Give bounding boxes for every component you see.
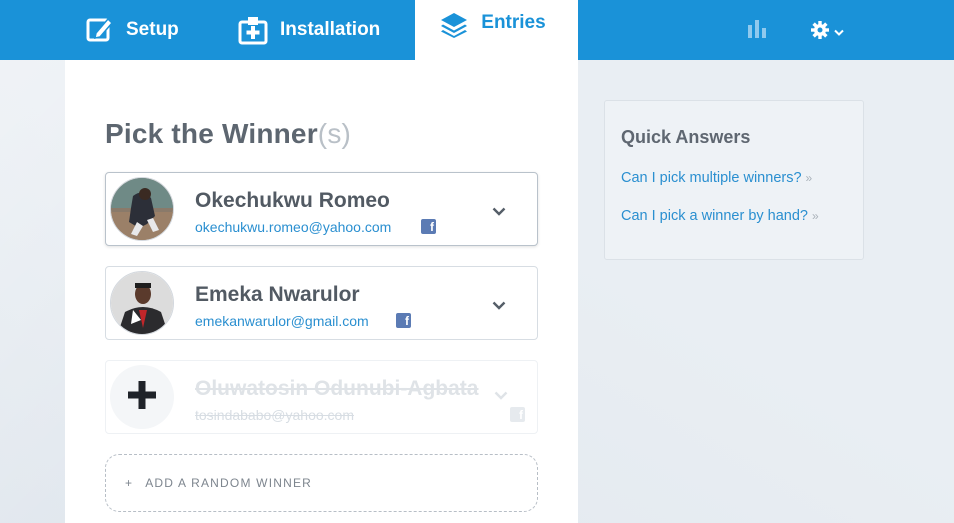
tab-entries-label: Entries: [481, 12, 546, 33]
edit-icon: [86, 16, 114, 44]
stats-button[interactable]: [747, 19, 767, 44]
winner-name: Oluwatosin Odunubi-Agbata: [195, 377, 479, 400]
facebook-icon: f: [396, 313, 411, 328]
winner-email: okechukwu.romeo@yahoo.com: [195, 219, 392, 235]
gear-icon: [810, 20, 830, 45]
facebook-icon: f: [421, 219, 436, 234]
chevron-down-icon[interactable]: [492, 297, 506, 315]
page-title: Pick the Winner(s): [105, 118, 351, 150]
tab-installation[interactable]: Installation: [238, 0, 380, 60]
top-nav: Setup Installation Entries: [0, 0, 954, 60]
chevron-down-icon[interactable]: [494, 387, 508, 405]
add-random-winner-label: ADD A RANDOM WINNER: [145, 476, 313, 490]
plus-icon[interactable]: [127, 380, 157, 415]
chevron-right-icon: »: [805, 171, 813, 185]
winner-card[interactable]: Okechukwu Romeo okechukwu.romeo@yahoo.co…: [105, 172, 538, 246]
removed-winner-card[interactable]: Oluwatosin Odunubi-Agbata tosindababo@ya…: [105, 360, 538, 434]
quick-answer-link-text: Can I pick a winner by hand?: [621, 208, 808, 224]
winner-name: Emeka Nwarulor: [195, 283, 360, 306]
chevron-right-icon: »: [812, 209, 819, 223]
tab-installation-label: Installation: [280, 19, 381, 40]
layers-icon: [439, 12, 469, 38]
winner-email: tosindababo@yahoo.com: [195, 407, 354, 423]
plus-icon: +: [125, 476, 134, 490]
chevron-down-icon[interactable]: [492, 203, 506, 221]
avatar: [110, 271, 174, 335]
quick-answer-link[interactable]: Can I pick a winner by hand? »: [621, 208, 819, 224]
quick-answer-link[interactable]: Can I pick multiple winners?»: [621, 170, 812, 186]
install-icon: [238, 15, 268, 45]
winner-card[interactable]: Emeka Nwarulor emekanwarulor@gmail.com f: [105, 266, 538, 340]
winner-name: Okechukwu Romeo: [195, 189, 390, 212]
add-random-winner-button[interactable]: + ADD A RANDOM WINNER: [105, 454, 538, 512]
page-title-text: Pick the Winner: [105, 118, 318, 149]
winner-email: emekanwarulor@gmail.com: [195, 313, 369, 329]
quick-answers-box: Quick Answers Can I pick multiple winner…: [604, 100, 864, 260]
tab-entries[interactable]: Entries: [415, 0, 578, 60]
tab-setup[interactable]: Setup: [86, 0, 179, 60]
page-title-suffix: (s): [317, 118, 352, 149]
settings-menu-button[interactable]: [810, 20, 844, 45]
bar-chart-icon: [747, 20, 767, 43]
quick-answer-link-text: Can I pick multiple winners?: [621, 170, 802, 186]
tab-setup-label: Setup: [126, 19, 179, 40]
chevron-down-icon: [834, 29, 844, 37]
quick-answers-title: Quick Answers: [621, 127, 751, 147]
avatar: [110, 365, 174, 429]
facebook-icon: f: [510, 407, 525, 422]
winners-panel: Pick the Winner(s) Okechukwu Romeo okech…: [65, 60, 578, 523]
avatar: [110, 177, 174, 241]
